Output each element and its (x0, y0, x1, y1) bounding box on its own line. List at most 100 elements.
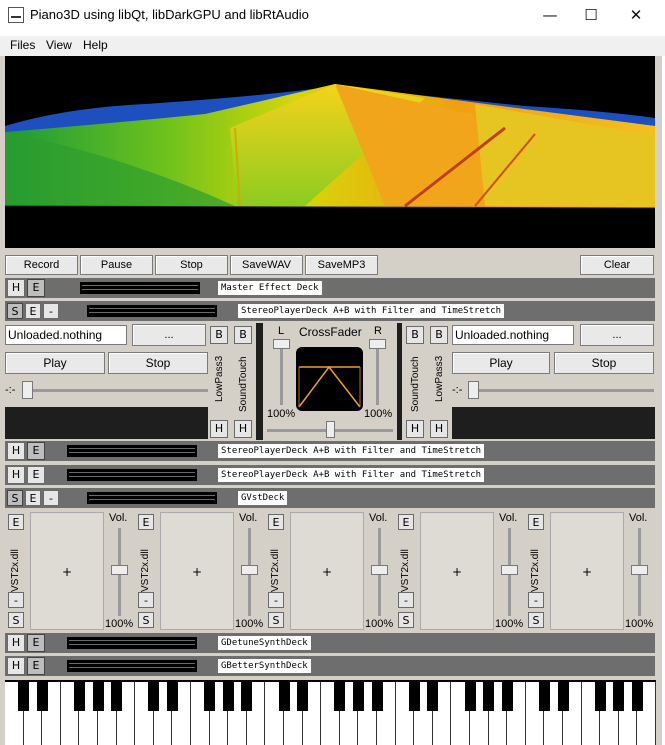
piano-black-key[interactable] (148, 682, 160, 711)
right-gain-handle[interactable] (369, 339, 386, 349)
load-plugin-button[interactable]: + (420, 512, 494, 630)
expand-button[interactable]: E (25, 490, 41, 506)
piano-black-key[interactable] (111, 682, 123, 711)
piano-black-key[interactable] (204, 682, 216, 711)
edit-button[interactable]: E (268, 514, 284, 530)
minimize-slot-button[interactable]: - (398, 592, 414, 608)
right-gain-track[interactable] (376, 341, 379, 405)
piano-black-key[interactable] (18, 682, 30, 711)
expand-button[interactable]: E (27, 634, 45, 652)
expand-button[interactable]: E (27, 466, 45, 484)
piano-keyboard[interactable] (5, 680, 656, 745)
bypass-button-soundtouch-right[interactable]: B (406, 326, 424, 344)
edit-button[interactable]: E (138, 514, 154, 530)
expand-button[interactable]: E (27, 279, 45, 297)
position-slider-left[interactable] (22, 389, 208, 392)
piano-black-key[interactable] (92, 682, 104, 711)
clear-button[interactable]: Clear (580, 255, 654, 275)
piano-black-key[interactable] (631, 682, 643, 711)
edit-button[interactable]: E (8, 514, 24, 530)
minimize-slot-button[interactable]: - (138, 592, 154, 608)
record-button[interactable]: Record (5, 255, 78, 275)
minimize-slot-button[interactable]: - (8, 592, 24, 608)
piano-black-key[interactable] (557, 682, 569, 711)
piano-black-key[interactable] (594, 682, 606, 711)
maximize-icon[interactable]: ☐ (568, 0, 614, 30)
piano-black-key[interactable] (166, 682, 178, 711)
minimize-slot-button[interactable]: - (268, 592, 284, 608)
play-button-right[interactable]: Play (452, 352, 550, 374)
play-button-left[interactable]: Play (5, 352, 105, 374)
browse-button-right[interactable]: ... (580, 324, 654, 346)
menu-files[interactable]: Files (10, 38, 35, 52)
piano-black-key[interactable] (538, 682, 550, 711)
file-name-field-left[interactable]: Unloaded.nothing (5, 325, 127, 345)
piano-black-key[interactable] (427, 682, 439, 711)
minimize-deck-button[interactable]: - (43, 303, 59, 319)
solo-button[interactable]: S (138, 612, 154, 628)
bypass-button-lowpass-right[interactable]: B (430, 326, 448, 344)
piano-black-key[interactable] (371, 682, 383, 711)
left-gain-handle[interactable] (273, 339, 290, 349)
minimize-slot-button[interactable]: - (528, 592, 544, 608)
minimize-deck-button[interactable]: - (43, 490, 59, 506)
hide-button[interactable]: H (430, 420, 448, 438)
piano-black-key[interactable] (36, 682, 48, 711)
bypass-button-soundtouch-left[interactable]: B (234, 326, 252, 344)
piano-black-key[interactable] (73, 682, 85, 711)
piano-black-key[interactable] (222, 682, 234, 711)
browse-button-left[interactable]: ... (132, 324, 206, 346)
piano-black-key[interactable] (483, 682, 495, 711)
pause-button[interactable]: Pause (80, 255, 153, 275)
close-icon[interactable]: ✕ (613, 0, 659, 30)
volume-slider-handle[interactable] (501, 565, 518, 575)
piano-black-key[interactable] (278, 682, 290, 711)
load-plugin-button[interactable]: + (550, 512, 624, 630)
piano-black-key[interactable] (241, 682, 253, 711)
expand-button[interactable]: E (27, 657, 45, 675)
left-gain-track[interactable] (280, 341, 283, 405)
hide-button[interactable]: H (210, 420, 228, 438)
load-plugin-button[interactable]: + (290, 512, 364, 630)
position-slider-handle-right[interactable] (468, 381, 479, 399)
expand-button[interactable]: E (27, 442, 45, 460)
piano-black-key[interactable] (297, 682, 309, 711)
hide-button[interactable]: H (7, 466, 25, 484)
bypass-button-lowpass-left[interactable]: B (210, 326, 228, 344)
load-plugin-button[interactable]: + (30, 512, 104, 630)
crossfader-slider-handle[interactable] (326, 421, 335, 438)
stop-button-left[interactable]: Stop (108, 352, 208, 374)
load-plugin-button[interactable]: + (160, 512, 234, 630)
volume-slider-handle[interactable] (241, 565, 258, 575)
hide-button[interactable]: H (7, 279, 25, 297)
menu-help[interactable]: Help (83, 38, 108, 52)
volume-slider-handle[interactable] (631, 565, 648, 575)
position-slider-handle-left[interactable] (22, 381, 33, 399)
hide-button[interactable]: H (7, 442, 25, 460)
piano-black-key[interactable] (352, 682, 364, 711)
menu-view[interactable]: View (46, 38, 72, 52)
stop-button-right[interactable]: Stop (554, 352, 654, 374)
minimize-icon[interactable]: — (527, 0, 573, 30)
position-slider-right[interactable] (468, 389, 654, 392)
hide-button[interactable]: H (7, 657, 25, 675)
expand-button[interactable]: E (25, 303, 41, 319)
save-mp3-button[interactable]: SaveMP3 (305, 255, 378, 275)
file-name-field-right[interactable]: Unloaded.nothing (452, 325, 574, 345)
hide-button[interactable]: H (406, 420, 424, 438)
solo-button[interactable]: S (398, 612, 414, 628)
solo-button[interactable]: S (268, 612, 284, 628)
edit-button[interactable]: E (398, 514, 414, 530)
hide-button[interactable]: H (7, 634, 25, 652)
piano-black-key[interactable] (408, 682, 420, 711)
volume-slider-handle[interactable] (111, 565, 128, 575)
piano-black-key[interactable] (613, 682, 625, 711)
save-wav-button[interactable]: SaveWAV (230, 255, 303, 275)
solo-button[interactable]: S (528, 612, 544, 628)
volume-slider-handle[interactable] (371, 565, 388, 575)
edit-button[interactable]: E (528, 514, 544, 530)
waveform-3d-view[interactable] (5, 56, 655, 248)
piano-black-key[interactable] (501, 682, 513, 711)
solo-button[interactable]: S (8, 612, 24, 628)
solo-button[interactable]: S (7, 490, 23, 506)
